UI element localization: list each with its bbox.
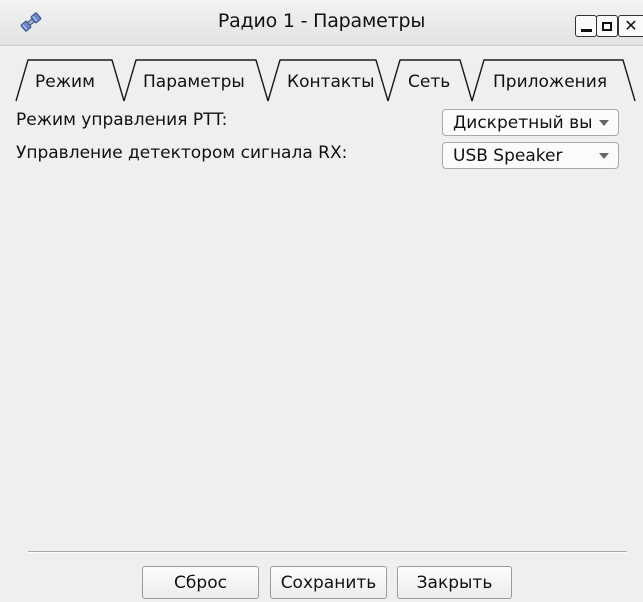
tab-applications-label: Приложения	[493, 72, 608, 92]
maximize-icon[interactable]	[596, 15, 618, 37]
chevron-down-icon	[599, 120, 609, 126]
tab-mode-label: Режим	[35, 72, 95, 92]
minimize-icon[interactable]	[575, 15, 597, 37]
reset-button[interactable]: Сброс	[142, 566, 259, 599]
tab-network-label: Сеть	[408, 72, 451, 92]
tab-bar: Режим Параметры Контакты Сеть Приложения	[0, 46, 643, 104]
tab-parameters-label: Параметры	[143, 72, 245, 92]
radio-settings-window: Радио 1 - Параметры ✕ Режим Параметры Ко…	[0, 0, 643, 602]
rx-detector-select[interactable]: USB Speaker	[442, 142, 619, 169]
ptt-mode-select[interactable]: Дискретный вы	[442, 109, 619, 136]
divider	[28, 551, 627, 553]
close-icon[interactable]: ✕	[618, 15, 643, 37]
close-button[interactable]: Закрыть	[397, 566, 512, 599]
ptt-mode-value: Дискретный вы	[453, 113, 591, 133]
rx-detector-value: USB Speaker	[453, 146, 563, 166]
tab-contacts-label: Контакты	[287, 72, 375, 92]
title-bar[interactable]: Радио 1 - Параметры ✕	[0, 0, 643, 46]
rx-detector-label: Управление детектором сигнала RX:	[16, 143, 348, 163]
save-button[interactable]: Сохранить	[270, 566, 387, 599]
window-title: Радио 1 - Параметры	[217, 10, 426, 32]
ptt-mode-label: Режим управления PTT:	[16, 110, 228, 130]
chevron-down-icon	[599, 153, 609, 159]
